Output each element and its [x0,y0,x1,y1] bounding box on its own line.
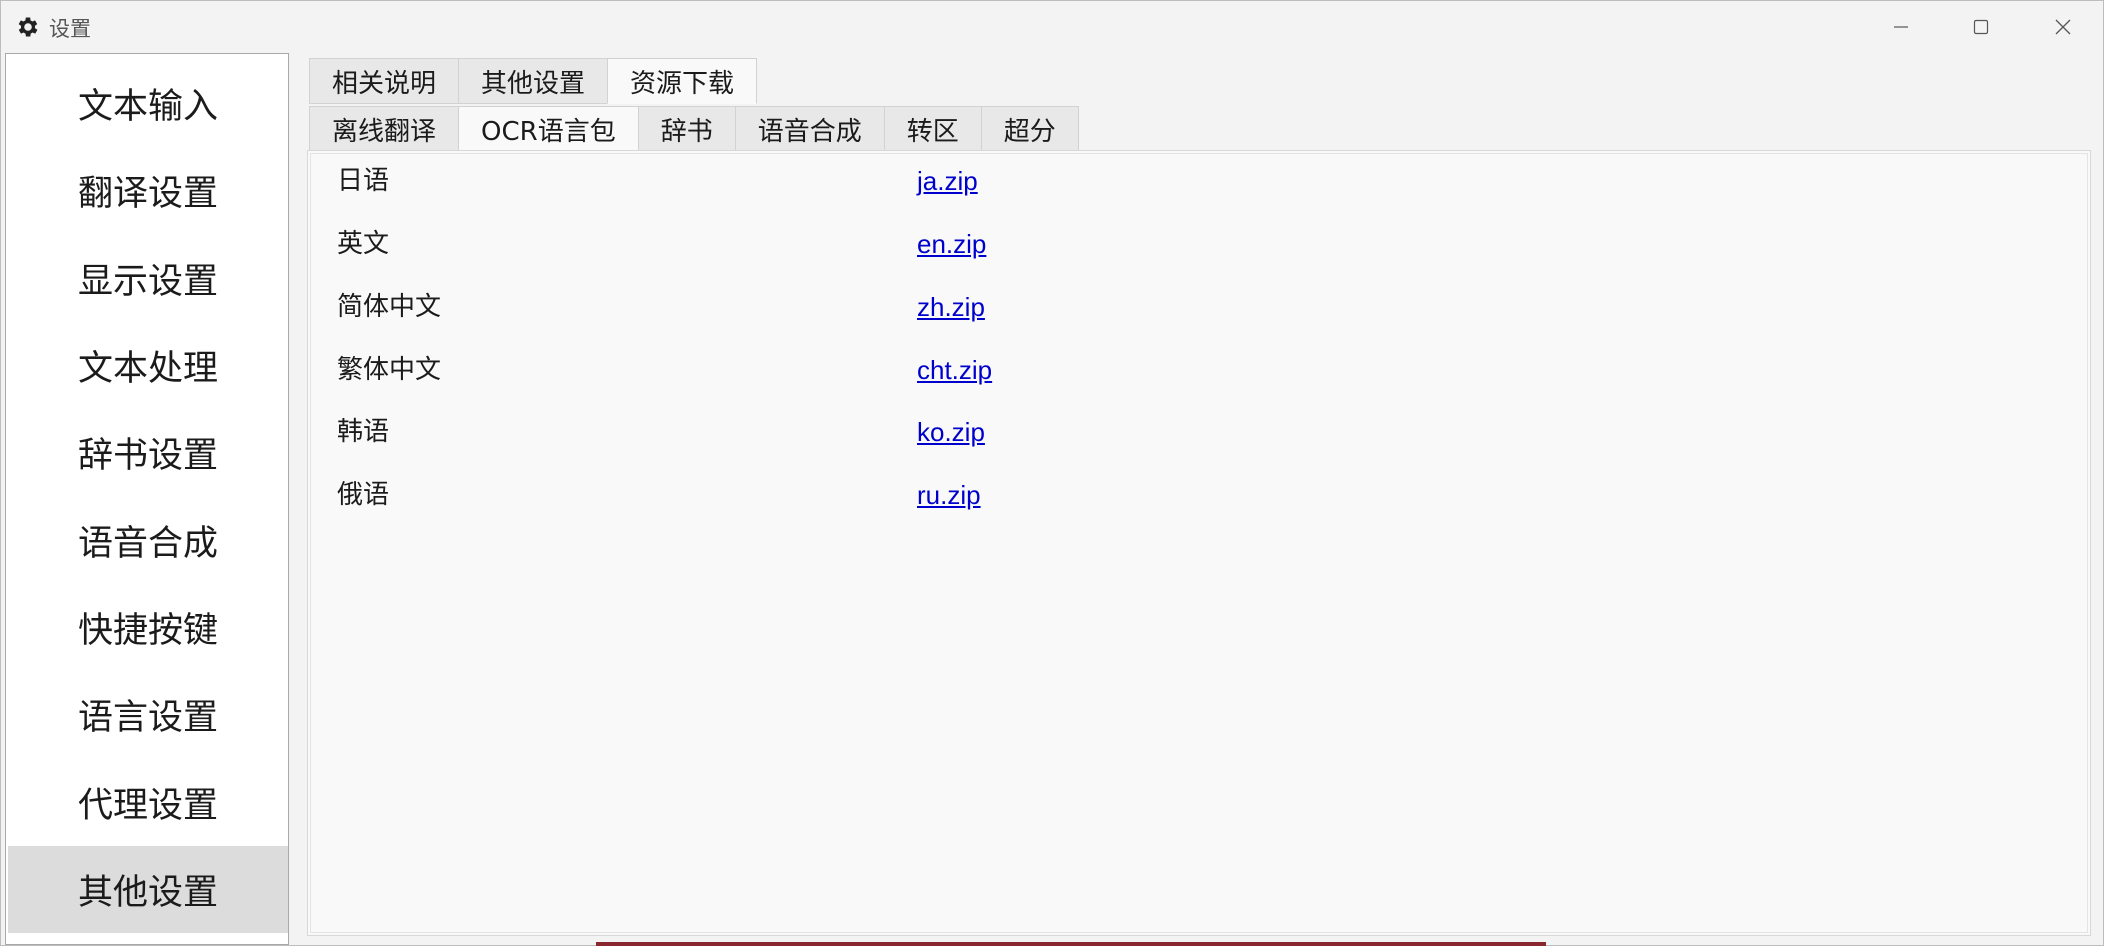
download-link[interactable]: ja.zip [917,161,978,201]
title-bar[interactable]: 设置 [1,1,2103,53]
download-link[interactable]: cht.zip [917,350,992,390]
language-label: 繁体中文 [337,355,442,385]
list-item: 俄语 ru.zip [337,475,1737,515]
sub-tab-bar: 离线翻译 OCR语言包 辞书 语音合成 转区 超分 [309,106,1079,152]
tab-speech-synthesis[interactable]: 语音合成 [734,106,884,152]
window-title: 设置 [49,17,91,41]
list-item: 简体中文 zh.zip [337,287,1737,327]
tab-offline-translation[interactable]: 离线翻译 [309,106,459,152]
language-label: 英文 [337,229,390,259]
sidebar-item-proxy-settings[interactable]: 代理设置 [8,759,288,846]
minimize-button[interactable] [1861,1,1941,53]
settings-sidebar: 文本输入 翻译设置 显示设置 文本处理 辞书设置 语音合成 快捷按键 语言设置 … [5,53,289,945]
ocr-package-panel: 日语 ja.zip 英文 en.zip 简体中文 zh.zip 繁体中文 cht… [307,150,2091,936]
list-item: 日语 ja.zip [337,161,1737,201]
background-window-edge [596,942,1546,946]
download-link[interactable]: ko.zip [917,412,985,452]
sidebar-item-hotkeys[interactable]: 快捷按键 [8,584,288,671]
list-item: 英文 en.zip [337,224,1737,264]
sidebar-item-text-processing[interactable]: 文本处理 [8,322,288,409]
top-tab-bar: 相关说明 其他设置 资源下载 [309,58,758,104]
list-item: 繁体中文 cht.zip [337,350,1737,390]
sidebar-item-dictionary-settings[interactable]: 辞书设置 [8,409,288,496]
tab-ocr-language-pack[interactable]: OCR语言包 [458,106,638,152]
language-label: 简体中文 [337,292,442,322]
sidebar-item-other-settings[interactable]: 其他设置 [8,846,288,933]
language-label: 俄语 [337,480,390,510]
sidebar-item-text-input[interactable]: 文本输入 [8,60,288,147]
settings-window: 设置 文本输入 翻译设置 显示设置 文本处理 辞书设置 语音合成 快捷按键 语言… [0,0,2104,946]
language-label: 韩语 [337,417,390,447]
sidebar-item-language-settings[interactable]: 语言设置 [8,671,288,758]
tab-dictionary[interactable]: 辞书 [637,106,735,152]
minimize-icon [1893,19,1909,35]
close-button[interactable] [2023,1,2103,53]
close-icon [2054,18,2072,36]
download-link[interactable]: zh.zip [917,287,985,327]
ocr-package-list: 日语 ja.zip 英文 en.zip 简体中文 zh.zip 繁体中文 cht… [310,153,2088,933]
language-label: 日语 [337,166,390,196]
tab-locale-switch[interactable]: 转区 [883,106,981,152]
tab-about[interactable]: 相关说明 [309,58,459,104]
sidebar-item-speech-synthesis[interactable]: 语音合成 [8,497,288,584]
sidebar-item-display-settings[interactable]: 显示设置 [8,235,288,322]
list-item: 韩语 ko.zip [337,412,1737,452]
maximize-icon [1973,19,1989,35]
gear-icon [15,14,41,40]
download-link[interactable]: en.zip [917,224,986,264]
tab-resource-download[interactable]: 资源下载 [607,58,758,104]
maximize-button[interactable] [1941,1,2021,53]
main-content: 相关说明 其他设置 资源下载 离线翻译 OCR语言包 辞书 语音合成 转区 超分… [301,53,2097,941]
download-link[interactable]: ru.zip [917,475,981,515]
tab-other-settings[interactable]: 其他设置 [458,58,608,104]
sidebar-item-translation-settings[interactable]: 翻译设置 [8,147,288,234]
tab-super-resolution[interactable]: 超分 [980,106,1079,152]
